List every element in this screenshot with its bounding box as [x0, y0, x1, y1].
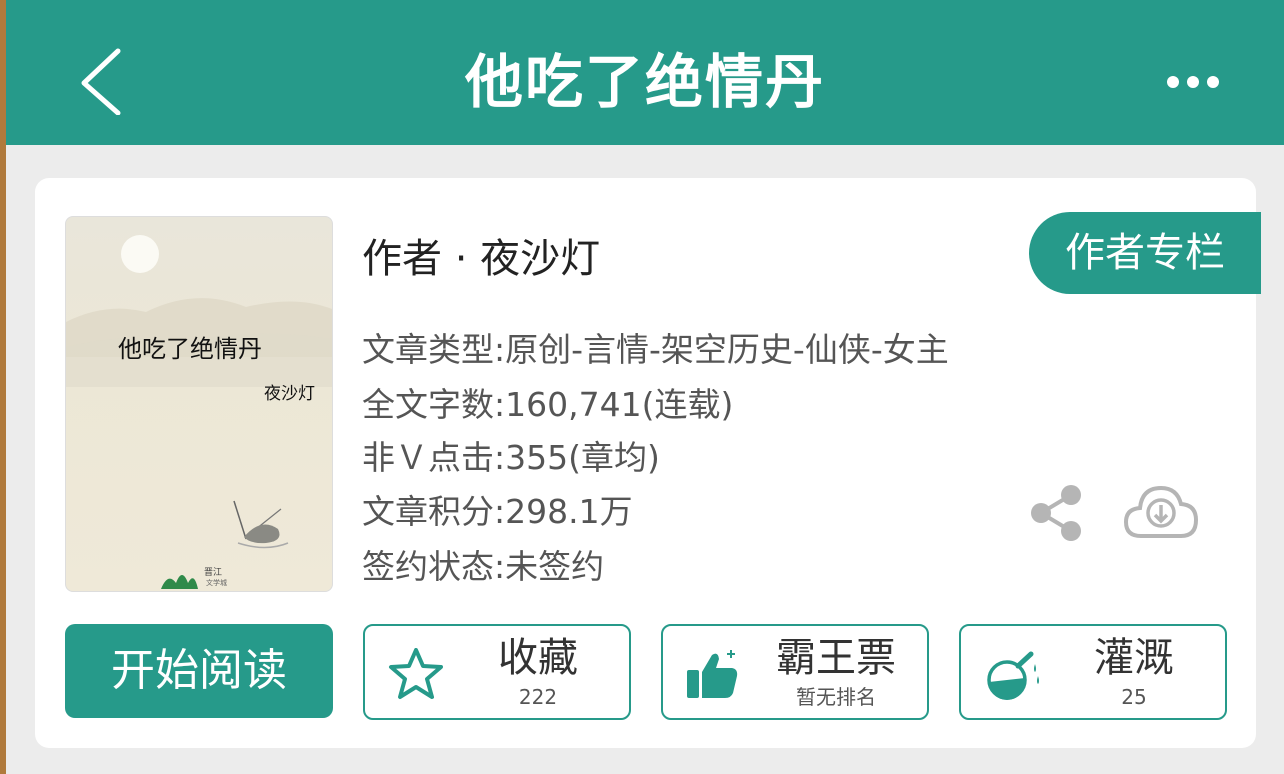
cover-title: 他吃了绝情丹 — [118, 335, 262, 363]
more-icon — [1167, 76, 1219, 88]
cover-illustration: 晋江 文学城 — [66, 235, 332, 589]
thumbs-up-icon — [687, 650, 738, 698]
download-cloud-icon — [1123, 485, 1199, 538]
meta-sign-status: 签约状态:未签约 — [362, 547, 605, 586]
author-column-button[interactable]: 作者专栏 — [1029, 212, 1261, 294]
water-button[interactable]: 灌溉 25 — [959, 624, 1227, 720]
star-icon — [389, 648, 443, 699]
author-name[interactable]: 作者 · 夜沙灯 — [362, 226, 600, 284]
page-title: 他吃了绝情丹 — [464, 48, 825, 116]
water-label: 灌溉 — [1094, 635, 1174, 681]
meta-genre: 文章类型:原创-言情-架空历史-仙侠-女主 — [362, 330, 949, 369]
vote-button[interactable]: 霸王票 暂无排名 — [661, 624, 929, 720]
favorite-button[interactable]: 收藏 222 — [363, 624, 631, 720]
favorite-label: 收藏 — [498, 635, 578, 681]
download-button[interactable] — [1123, 482, 1199, 542]
start-reading-button[interactable]: 开始阅读 — [65, 624, 333, 718]
flask-icon — [987, 651, 1039, 700]
book-info-card: 晋江 文学城 他吃了绝情丹 夜沙灯 作者 · 夜沙灯 作者专栏 文章类型:原创-… — [35, 178, 1261, 748]
meta-clicks: 非Ｖ点击:355(章均) — [362, 438, 660, 477]
svg-text:文学城: 文学城 — [206, 578, 227, 587]
cover-author: 夜沙灯 — [264, 384, 315, 404]
meta-score: 文章积分:298.1万 — [362, 492, 633, 531]
meta-word-count: 全文字数:160,741(连载) — [362, 385, 734, 424]
vote-label: 霸王票 — [776, 635, 896, 681]
water-count: 25 — [1121, 685, 1147, 709]
top-bar: 他吃了绝情丹 — [6, 0, 1284, 145]
share-button[interactable] — [1027, 482, 1087, 544]
more-button[interactable] — [1156, 62, 1226, 102]
vote-rank: 暂无排名 — [796, 685, 876, 709]
share-icon — [1031, 485, 1081, 541]
book-cover[interactable]: 晋江 文学城 他吃了绝情丹 夜沙灯 — [65, 216, 333, 592]
favorite-count: 222 — [518, 685, 558, 709]
svg-text:晋江: 晋江 — [204, 567, 222, 578]
